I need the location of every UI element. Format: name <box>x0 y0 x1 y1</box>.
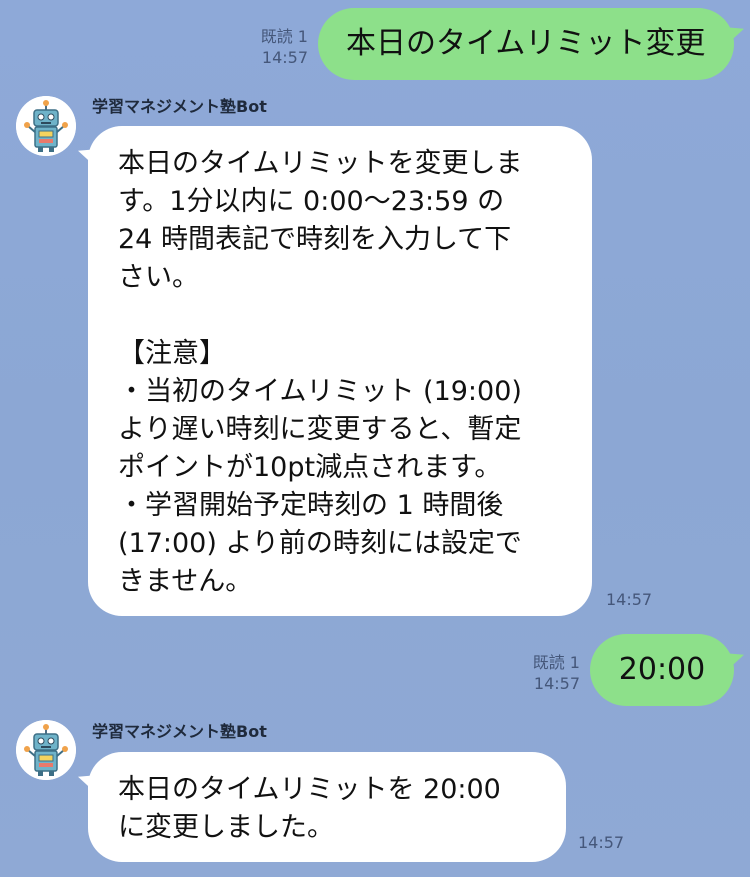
message-line: さい。 <box>118 262 199 293</box>
message-time: 14:57 <box>606 590 653 609</box>
message-text: 20:00 <box>618 652 706 687</box>
message-line: より遅い時刻に変更すると、暫定 <box>118 414 522 445</box>
message-time: 14:57 <box>533 674 580 693</box>
read-receipt: 既読 1 <box>532 653 580 672</box>
message-text: 本日のタイムリミット変更 <box>346 26 706 61</box>
message-meta: 既読 1 14:57 <box>246 26 308 68</box>
message-line: ・学習開始予定時刻の 1 時間後 <box>118 490 504 521</box>
outgoing-message-bubble[interactable]: 20:00 <box>590 634 734 706</box>
message-time: 14:57 <box>261 48 308 67</box>
message-meta: 既読 1 14:57 <box>518 652 580 694</box>
outgoing-message-bubble[interactable]: 本日のタイムリミット変更 <box>318 8 734 80</box>
message-line: す。1分以内に 0:00〜23:59 の <box>118 186 505 217</box>
message-line: (17:00) より前の時刻には設定で <box>118 528 522 559</box>
read-receipt: 既読 1 <box>260 27 308 46</box>
message-line: 本日のタイムリミットを 20:00 <box>118 774 501 805</box>
message-time: 14:57 <box>578 833 625 852</box>
message-line: きません。 <box>118 566 253 597</box>
incoming-message-bubble[interactable]: 本日のタイムリミットを 20:00 に変更しました。 <box>88 752 566 862</box>
sender-name: 学習マネジメント塾Bot <box>92 722 267 741</box>
message-line: 24 時間表記で時刻を入力して下 <box>118 224 512 255</box>
message-line: ・当初のタイムリミット (19:00) <box>118 376 522 407</box>
robot-avatar-icon <box>16 96 76 156</box>
message-line: 【注意】 <box>118 338 226 369</box>
chat-message-list[interactable]: 既読 1 14:57 本日のタイムリミット変更 学習マネジメント塾Bot 本日の… <box>0 0 750 877</box>
message-line: ポイントが10pt減点されます。 <box>118 452 502 483</box>
sender-avatar[interactable] <box>16 96 76 156</box>
sender-name: 学習マネジメント塾Bot <box>92 97 267 116</box>
incoming-message-bubble[interactable]: 本日のタイムリミットを変更しま す。1分以内に 0:00〜23:59 の 24 … <box>88 126 592 616</box>
sender-avatar[interactable] <box>16 720 76 780</box>
robot-avatar-icon <box>16 720 76 780</box>
message-line: に変更しました。 <box>118 812 334 843</box>
message-line: 本日のタイムリミットを変更しま <box>118 148 523 179</box>
